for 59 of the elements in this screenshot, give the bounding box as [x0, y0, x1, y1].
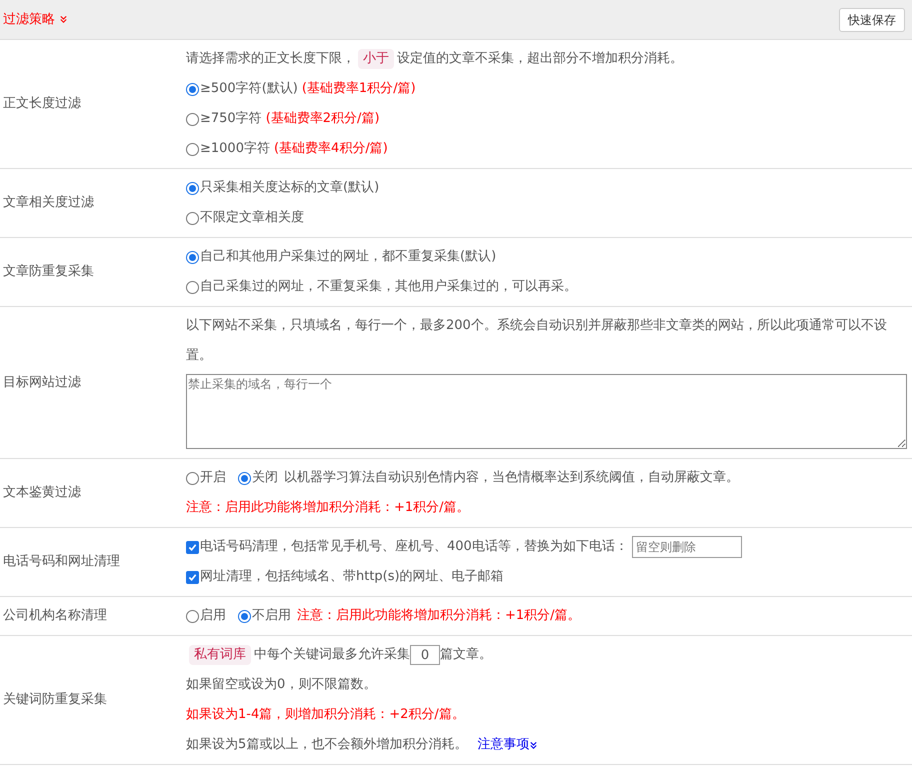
row-label: 正文长度过滤 — [3, 95, 81, 114]
option-label[interactable]: ≥750字符 — [200, 109, 262, 129]
option-label[interactable]: 只采集相关度达标的文章(默认) — [200, 178, 380, 198]
checkbox[interactable] — [186, 570, 199, 584]
keyword-tag: 小于 — [358, 49, 394, 69]
radio-button[interactable] — [186, 250, 199, 264]
radio-button[interactable] — [186, 280, 199, 294]
instruction-text: 设定值的文章不采集，超出部分不增加积分消耗。 — [397, 50, 683, 68]
option-label[interactable]: 网址清理，包括纯域名、带http(s)的网址、电子邮箱 — [200, 567, 504, 587]
option-label[interactable]: 开启 — [200, 468, 226, 488]
warning-text: 注意：启用此功能将增加积分消耗：+1积分/篇。 — [186, 499, 470, 518]
row-label: 目标网站过滤 — [3, 374, 81, 392]
phone-input[interactable]: 留空则删除 — [632, 536, 742, 558]
option-label[interactable]: 自己和其他用户采集过的网址，都不重复采集(默认) — [200, 247, 496, 267]
double-chevron-icon — [529, 740, 538, 750]
row-label: 文章防重复采集 — [3, 263, 94, 282]
checkbox[interactable] — [186, 540, 199, 554]
warning-text: 注意：启用此功能将增加积分消耗：+1积分/篇。 — [297, 607, 581, 626]
rate-note: (基础费率4积分/篇) — [274, 140, 388, 158]
row-label: 文本鉴黄过滤 — [3, 484, 81, 502]
row-label: 关键词防重复采集 — [3, 691, 107, 710]
radio-button[interactable] — [186, 82, 199, 96]
warning-text: 如果设为1-4篇，则增加积分消耗：+2积分/篇。 — [186, 706, 465, 724]
instruction-text: 请选择需求的正文长度下限， — [186, 50, 355, 68]
description-text: 以下网站不采集，只填域名，每行一个，最多200个。系统会自动识别并屏蔽那些非文章类的网站，所以此项通常可以不设置。 — [186, 318, 887, 363]
option-label[interactable]: 不启用 — [252, 606, 291, 626]
description-text: 如果留空或设为0，则不限篇数。 — [186, 677, 376, 692]
row-label: 文章相关度过滤 — [3, 194, 94, 212]
option-label[interactable]: 不限定文章相关度 — [200, 208, 304, 228]
row-label: 电话号码和网址清理 — [3, 553, 120, 572]
radio-button[interactable] — [186, 610, 199, 622]
check-icon — [188, 542, 197, 552]
check-icon — [188, 572, 197, 582]
option-label[interactable]: ≥1000字符 — [200, 139, 270, 159]
rate-note: (基础费率2积分/篇) — [266, 110, 380, 128]
keyword-tag: 私有词库 — [189, 645, 251, 665]
radio-button[interactable] — [186, 112, 199, 126]
radio-button[interactable] — [238, 610, 251, 622]
rate-note: (基础费率1积分/篇) — [302, 80, 416, 98]
radio-button[interactable] — [186, 212, 199, 224]
option-label[interactable]: 电话号码清理，包括常见手机号、座机号、400电话等，替换为如下电话： — [200, 537, 628, 557]
count-input[interactable]: 0 — [410, 645, 440, 665]
instruction-text: 中每个关键词最多允许采集 — [254, 646, 410, 664]
row-label: 公司机构名称清理 — [3, 607, 107, 626]
instruction-text: 篇文章。 — [440, 646, 492, 664]
double-chevron-icon — [59, 15, 68, 24]
radio-button[interactable] — [238, 472, 251, 484]
option-label[interactable]: 自己采集过的网址，不重复采集，其他用户采集过的，可以再采。 — [200, 277, 577, 297]
option-label[interactable]: ≥500字符(默认) — [200, 79, 298, 99]
radio-button[interactable] — [186, 182, 199, 194]
save-button[interactable]: 快速保存 — [839, 8, 905, 32]
option-label[interactable]: 关闭 — [252, 468, 278, 488]
description-text: 以机器学习算法自动识别色情内容，当色情概率达到系统阈值，自动屏蔽文章。 — [284, 469, 739, 488]
notes-link[interactable]: 注意事项 — [477, 735, 538, 755]
description-text: 如果设为5篇或以上，也不会额外增加积分消耗。 — [186, 736, 468, 754]
radio-button[interactable] — [186, 142, 199, 156]
radio-button[interactable] — [186, 472, 199, 484]
option-label[interactable]: 启用 — [200, 606, 226, 626]
domain-textarea[interactable]: 禁止采集的域名，每行一个 — [186, 374, 907, 449]
